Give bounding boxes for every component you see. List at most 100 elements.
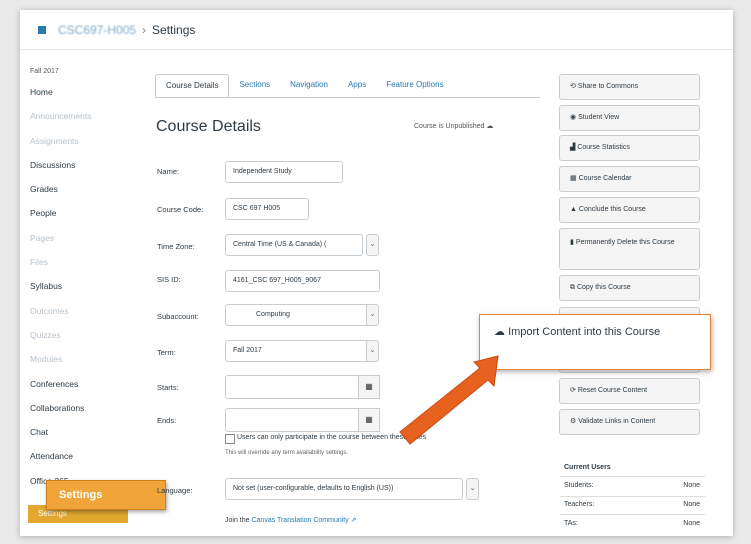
ends-label: Ends: [157,416,177,425]
course-code-input[interactable]: CSC 697 H005 [225,198,309,220]
translation-community-text: Join the Canvas Translation Community ⇗ [225,516,357,524]
canvas-settings-window: CSC697-H005 › Settings Fall 2017 Home An… [20,10,733,536]
community-prefix: Join the [225,517,250,524]
language-select[interactable]: Not set (user-configurable, defaults to … [225,478,463,500]
nav-item-conferences[interactable]: Conferences [30,377,130,401]
starts-label: Starts: [157,383,179,392]
validate-links-label: Validate Links in Content [578,418,656,425]
users-row-students: Students: None [564,482,700,489]
subaccount-label: Subaccount: [157,312,199,321]
chevron-down-icon[interactable]: ⌄ [366,340,379,362]
chevron-down-icon[interactable]: ⌄ [466,478,479,500]
share-to-commons-button[interactable]: ⟲ Share to Commons [559,74,700,100]
current-users-title: Current Users [564,464,611,471]
sis-id-label: SIS ID: [157,275,181,284]
course-code-label: Course Code: [157,205,204,214]
divider [560,496,705,497]
calendar-icon[interactable]: ▦ [358,408,380,432]
sis-id-input[interactable]: 4161_CSC 697_H005_9067 [225,270,380,292]
nav-item-collaborations[interactable]: Collaborations [30,401,130,425]
nav-item-quizzes[interactable]: Quizzes [30,328,130,352]
copy-course-label: Copy this Course [576,284,631,291]
breadcrumb: CSC697-H005 › Settings [20,10,733,50]
users-role: Students: [564,482,594,489]
restrict-dates-note: This will override any term availability… [225,450,349,456]
time-zone-select[interactable]: Central Time (US & Canada) ( [225,234,363,256]
reset-course-label: Reset Course Content [577,387,648,394]
reset-course-button[interactable]: ⟳ Reset Course Content [559,378,700,404]
nav-item-grades[interactable]: Grades [30,182,130,206]
name-input[interactable]: Independent Study [225,161,343,183]
reset-icon: ⟳ [570,387,576,394]
users-role: TAs: [564,520,578,527]
delete-course-label: Permanently Delete this Course [575,239,675,246]
nav-item-files[interactable]: Files [30,255,130,279]
tab-course-details[interactable]: Course Details [155,74,230,98]
nav-item-discussions[interactable]: Discussions [30,158,130,182]
conclude-course-label: Conclude this Course [578,206,646,213]
breadcrumb-course[interactable]: CSC697-H005 [58,23,136,37]
language-label: Language: [157,486,193,495]
validate-links-button[interactable]: ⚙ Validate Links in Content [559,409,700,435]
tabs-divider [155,97,540,98]
settings-tabs: Course Details Sections Navigation Apps … [155,74,454,98]
chevron-down-icon[interactable]: ⌄ [366,304,379,326]
breadcrumb-current-page: Settings [152,22,196,37]
subaccount-select[interactable]: Computing [225,304,378,326]
nav-item-attendance[interactable]: Attendance [30,449,130,473]
statistics-icon: ▟ [570,144,576,151]
course-calendar-button[interactable]: ▦ Course Calendar [559,166,700,192]
nav-item-home[interactable]: Home [30,85,130,109]
chevron-down-icon[interactable]: ⌄ [366,234,379,256]
student-view-button[interactable]: ◉ Student View [559,105,700,131]
nav-item-announcements[interactable]: Announcements [30,109,130,133]
share-to-commons-label: Share to Commons [577,83,639,90]
conclude-course-button[interactable]: ▲ Conclude this Course [559,197,700,223]
tab-apps[interactable]: Apps [338,74,376,98]
term-select[interactable]: Fall 2017 [225,340,378,362]
page-title: Course Details [156,118,261,135]
tab-feature-options[interactable]: Feature Options [376,74,453,98]
name-label: Name: [157,167,180,176]
trash-icon: ▮ [570,239,574,246]
nav-item-outcomes[interactable]: Outcomes [30,304,130,328]
import-content-callout-label: Import Content into this Course [508,326,661,338]
publish-status-text: Course is Unpublished [414,123,485,130]
settings-callout: Settings [46,480,166,510]
time-zone-label: Time Zone: [157,242,195,251]
copy-course-button[interactable]: ⧉ Copy this Course [559,275,700,301]
divider [560,514,705,515]
delete-course-button[interactable]: ▮ Permanently Delete this Course [559,228,700,270]
copy-icon: ⧉ [570,284,575,291]
nav-item-assignments[interactable]: Assignments [30,134,130,158]
cloud-icon: ☁ [486,123,494,130]
nav-item-people[interactable]: People [30,206,130,230]
lock-icon: ▲ [570,206,577,213]
users-row-teachers: Teachers: None [564,501,700,508]
nav-item-chat[interactable]: Chat [30,425,130,449]
course-calendar-label: Course Calendar [578,175,632,182]
users-count: None [683,482,700,489]
users-count: None [683,520,700,527]
users-count: None [683,501,700,508]
calendar-icon[interactable]: ▦ [358,375,380,399]
starts-date-input[interactable] [225,375,360,399]
ends-date-input[interactable] [225,408,360,432]
term-label: Term: [157,348,176,357]
nav-item-syllabus[interactable]: Syllabus [30,279,130,303]
tab-navigation[interactable]: Navigation [280,74,338,98]
users-row-tas: TAs: None [564,520,700,527]
course-statistics-button[interactable]: ▟ Course Statistics [559,135,700,161]
nav-item-pages[interactable]: Pages [30,231,130,255]
student-view-icon: ◉ [570,114,577,121]
translation-community-link[interactable]: Canvas Translation Community [251,517,348,524]
share-icon: ⟲ [570,83,576,90]
course-navigation: Fall 2017 Home Announcements Assignments… [30,68,130,498]
users-role: Teachers: [564,501,595,508]
calendar-icon: ▦ [570,175,577,182]
nav-item-modules[interactable]: Modules [30,352,130,376]
restrict-dates-checkbox[interactable] [225,434,235,444]
term-label: Fall 2017 [30,68,59,75]
tab-sections[interactable]: Sections [229,74,280,98]
hamburger-menu-icon[interactable] [38,25,46,34]
